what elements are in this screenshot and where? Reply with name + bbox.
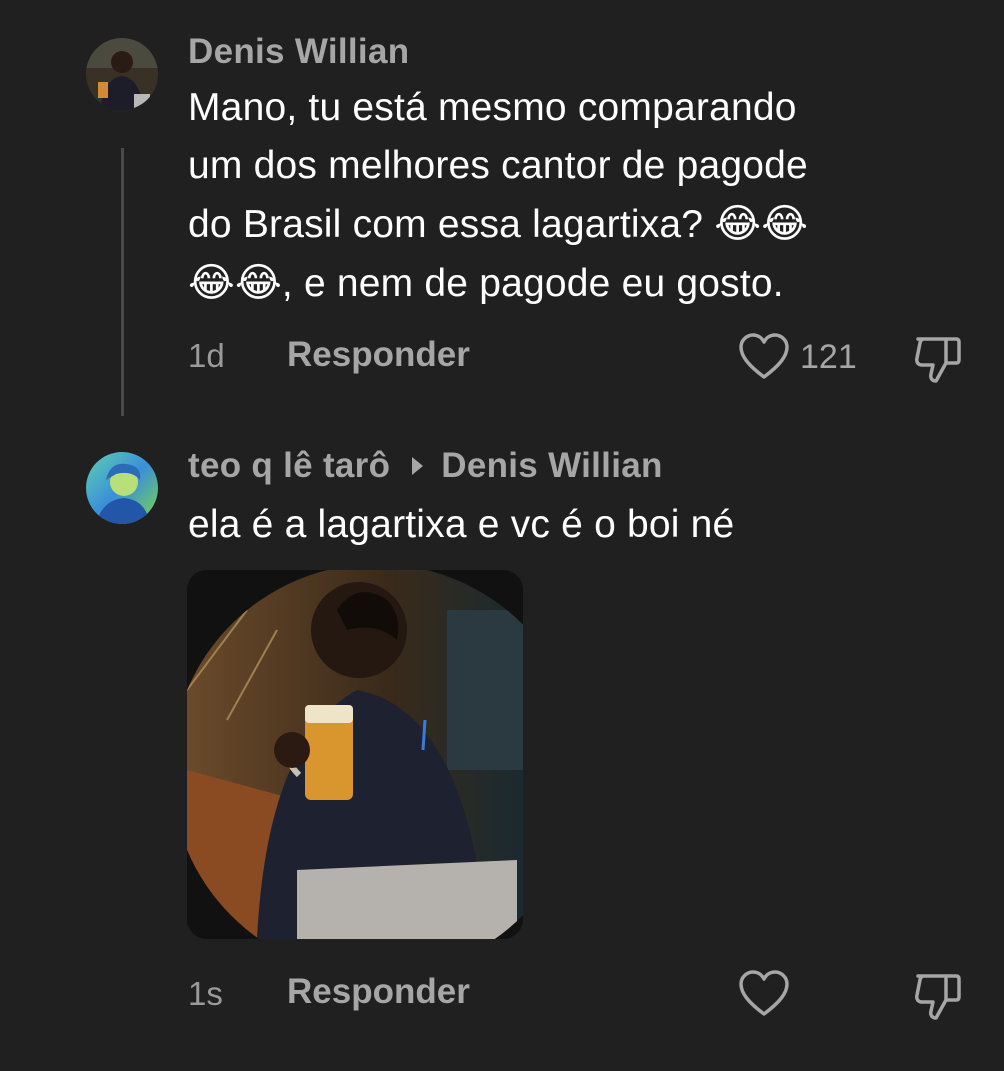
attached-photo[interactable] — [187, 570, 523, 939]
reply-button[interactable]: Responder — [287, 972, 470, 1012]
comment-text: Mano, tu está mesmo comparando um dos me… — [188, 79, 978, 313]
reply-arrow-icon — [412, 456, 424, 475]
comment-text-line: 😂😂, e nem de pagode eu gosto. — [188, 254, 978, 313]
heart-icon — [739, 333, 789, 379]
thumbs-down-icon — [915, 337, 961, 383]
comment-text: ela é a lagartixa e vc é o boi né — [188, 503, 735, 546]
comment-author[interactable]: Denis Willian — [188, 32, 409, 72]
comment-timestamp: 1s — [188, 975, 223, 1012]
comment-text-segment: do Brasil com essa lagartixa? — [188, 203, 715, 246]
laughing-emoji-icon: 😂😂 — [188, 260, 282, 306]
laughing-emoji-icon: 😂😂 — [714, 201, 809, 247]
comment-text-line: do Brasil com essa lagartixa? 😂😂 — [188, 195, 978, 254]
comment-author-name[interactable]: teo q lê tarô — [188, 446, 390, 485]
user-avatar-photo-icon — [86, 38, 158, 110]
thread-line — [121, 148, 124, 416]
user-avatar-photo-icon — [86, 452, 158, 524]
comment-text-segment: , e nem de pagode eu gosto. — [281, 262, 784, 305]
replied-to-name[interactable]: Denis Willian — [441, 446, 662, 485]
comment-text-line: um dos melhores cantor de pagode — [188, 144, 808, 187]
reply-button[interactable]: Responder — [287, 335, 470, 375]
attached-photo-icon — [187, 570, 523, 939]
like-button[interactable] — [738, 970, 790, 1023]
avatar[interactable] — [86, 452, 158, 524]
dislike-button[interactable] — [912, 970, 964, 1027]
like-button[interactable] — [738, 333, 790, 386]
comment-author: teo q lê tarô Denis Willian — [188, 446, 663, 486]
thumbs-down-icon — [915, 974, 961, 1020]
dislike-button[interactable] — [912, 333, 964, 390]
avatar[interactable] — [86, 38, 158, 110]
heart-icon — [739, 970, 789, 1016]
comment-text-line: Mano, tu está mesmo comparando — [188, 86, 797, 129]
comment-timestamp: 1d — [188, 337, 225, 374]
like-count: 121 — [800, 338, 857, 376]
